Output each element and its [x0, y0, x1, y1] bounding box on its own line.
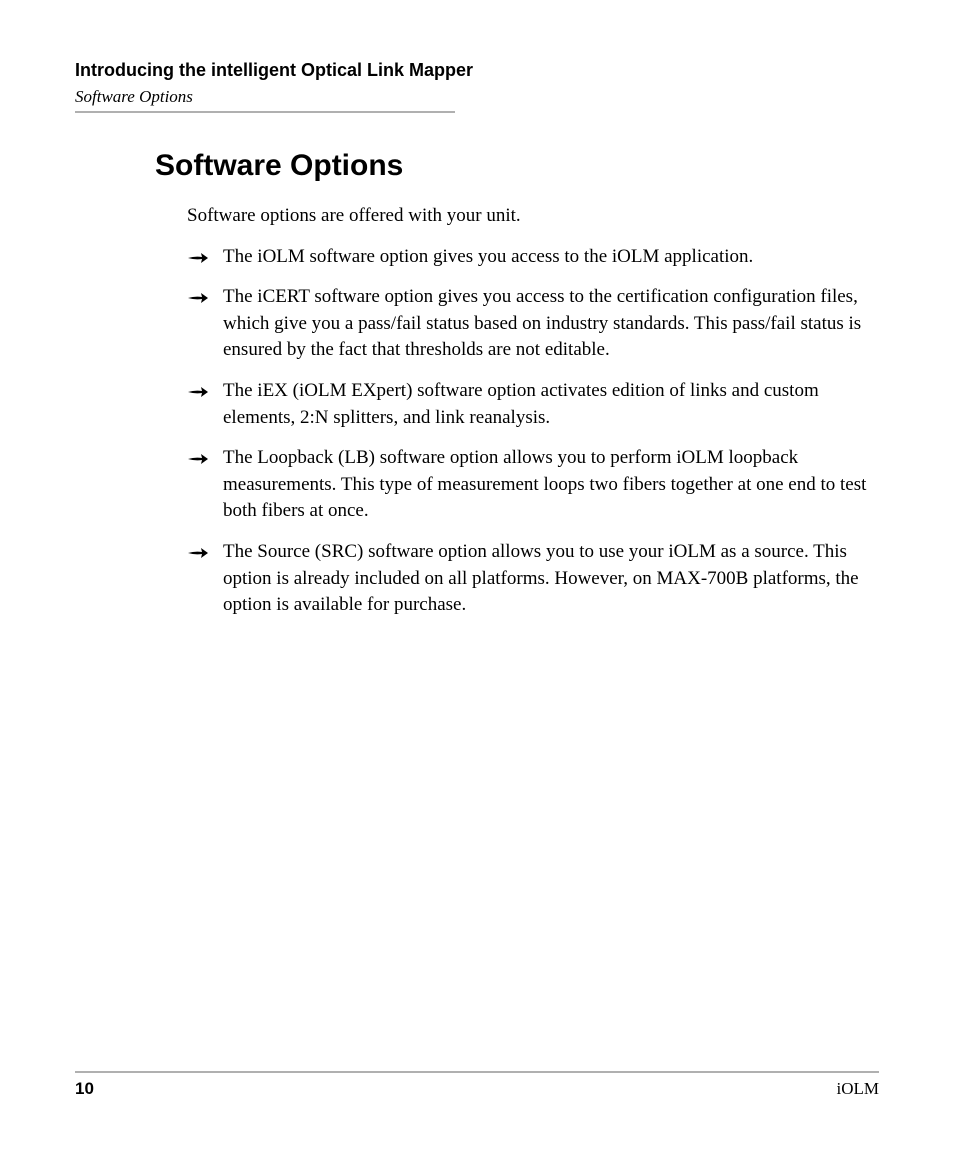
- list-item: The iOLM software option gives you acces…: [187, 244, 879, 271]
- page-footer: 10 iOLM: [75, 1071, 879, 1099]
- bullet-text: The iOLM software option gives you acces…: [223, 244, 753, 271]
- bullet-text: The Loopback (LB) software option allows…: [223, 445, 879, 525]
- content-area: Software Options Software options are of…: [75, 121, 879, 619]
- list-item: The iEX (iOLM EXpert) software option ac…: [187, 378, 879, 431]
- arrow-icon: [187, 383, 209, 401]
- list-item: The Loopback (LB) software option allows…: [187, 445, 879, 525]
- arrow-icon: [187, 544, 209, 562]
- chapter-title: Introducing the intelligent Optical Link…: [75, 60, 879, 81]
- intro-text: Software options are offered with your u…: [187, 203, 879, 230]
- footer-rule: [75, 1071, 879, 1073]
- arrow-icon: [187, 249, 209, 267]
- page-header: Introducing the intelligent Optical Link…: [75, 60, 879, 113]
- page-number: 10: [75, 1079, 94, 1099]
- list-item: The Source (SRC) software option allows …: [187, 539, 879, 619]
- bullet-list: The iOLM software option gives you acces…: [187, 244, 879, 619]
- section-name: Software Options: [75, 87, 879, 107]
- main-heading: Software Options: [155, 149, 879, 183]
- footer-label: iOLM: [837, 1079, 880, 1099]
- bullet-text: The iCERT software option gives you acce…: [223, 284, 879, 364]
- list-item: The iCERT software option gives you acce…: [187, 284, 879, 364]
- header-rule: [75, 111, 455, 113]
- footer-row: 10 iOLM: [75, 1079, 879, 1099]
- bullet-text: The Source (SRC) software option allows …: [223, 539, 879, 619]
- bullet-text: The iEX (iOLM EXpert) software option ac…: [223, 378, 879, 431]
- arrow-icon: [187, 289, 209, 307]
- arrow-icon: [187, 450, 209, 468]
